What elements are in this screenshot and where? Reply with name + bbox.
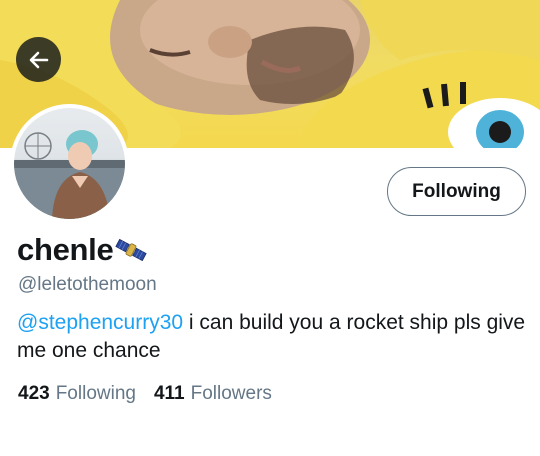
arrow-left-icon (29, 51, 48, 68)
followers-label: Followers (190, 383, 272, 404)
user-handle: @leletothemoon (18, 274, 157, 295)
following-stat[interactable]: 423 Following (18, 383, 136, 405)
following-label: Following (55, 383, 136, 404)
display-name: chenle (17, 232, 114, 267)
avatar-photo (14, 108, 125, 219)
followers-count: 411 (153, 383, 185, 404)
back-button[interactable] (16, 37, 61, 82)
profile-bio: @stephencurry30 i can build you a rocket… (17, 309, 527, 365)
following-count: 423 (18, 383, 50, 404)
display-name-row: chenle (17, 232, 148, 268)
satellite-emoji-icon (115, 235, 148, 265)
avatar[interactable] (10, 104, 129, 223)
following-button[interactable]: Following (387, 167, 526, 216)
profile-stats: 423 Following 411 Followers (18, 383, 272, 405)
bio-mention-link[interactable]: @stephencurry30 (17, 311, 183, 334)
followers-stat[interactable]: 411 Followers (154, 383, 272, 405)
